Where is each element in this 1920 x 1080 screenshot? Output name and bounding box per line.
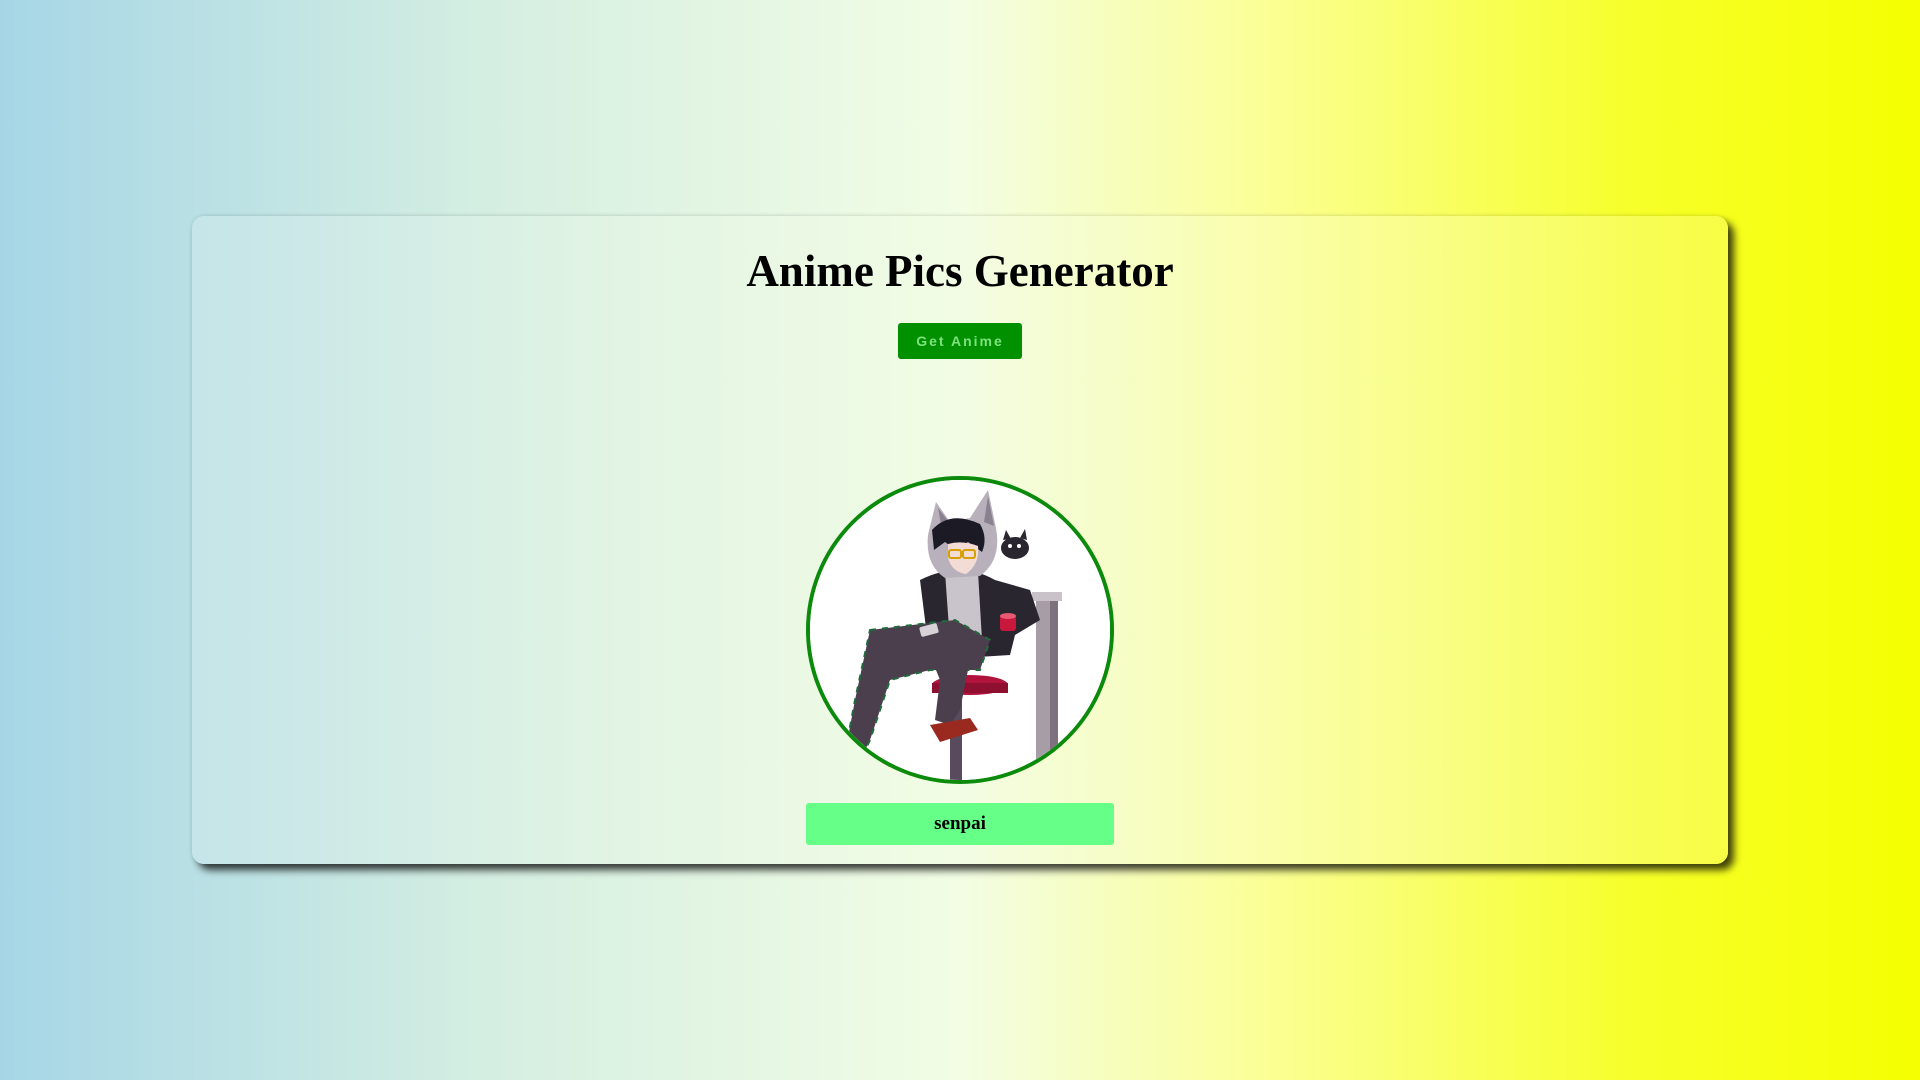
character-name-label: senpai [806, 803, 1114, 845]
get-anime-button[interactable]: Get Anime [898, 323, 1022, 359]
page-title: Anime Pics Generator [746, 246, 1174, 296]
generator-card: Anime Pics Generator Get Anime senpai [192, 216, 1728, 864]
anime-character-illustration [810, 480, 1110, 780]
anime-image [806, 476, 1114, 784]
